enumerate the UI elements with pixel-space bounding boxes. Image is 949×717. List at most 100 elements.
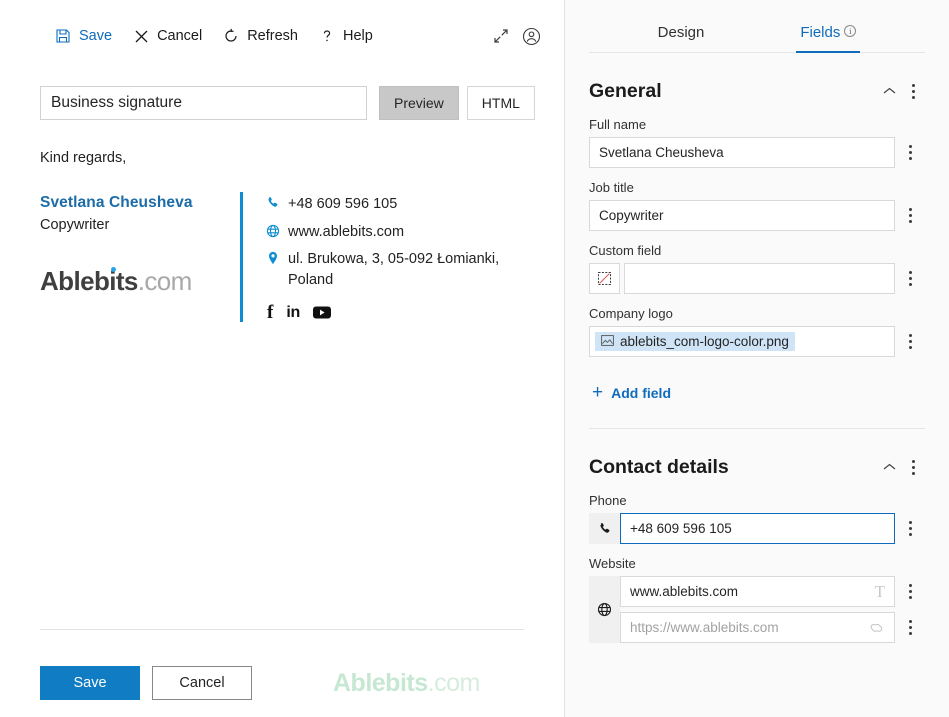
signature-phone-text: +48 609 596 105 xyxy=(288,196,398,212)
add-field-button[interactable]: + Add field xyxy=(589,369,925,402)
phone-icon xyxy=(266,194,288,210)
website-url-input[interactable] xyxy=(620,612,895,643)
expand-arrows-icon[interactable] xyxy=(486,21,516,51)
field-job-title-label: Job title xyxy=(589,180,634,195)
toolbar-cancel-button[interactable]: Cancel xyxy=(122,21,212,51)
field-full-name: Full name xyxy=(589,117,925,168)
field-phone-label: Phone xyxy=(589,493,627,508)
panel-tabs: Design Fields i xyxy=(589,0,925,53)
field-full-name-row xyxy=(589,137,925,168)
tab-design[interactable]: Design xyxy=(654,18,709,52)
kebab-icon xyxy=(908,584,912,599)
logo-blue-dot-icon xyxy=(111,267,116,272)
phone-kebab-menu[interactable] xyxy=(895,521,925,536)
logo-file-chip[interactable]: ablebits_com-logo-color.png xyxy=(595,332,795,351)
field-website-label: Website xyxy=(589,556,636,571)
no-image-icon[interactable] xyxy=(589,263,620,294)
signature-person-name: Svetlana Cheusheva xyxy=(40,194,193,211)
signature-greeting: Kind regards, xyxy=(40,150,127,166)
kebab-icon xyxy=(908,334,912,349)
general-section-kebab-menu[interactable] xyxy=(901,79,925,103)
kebab-icon xyxy=(908,271,912,286)
phone-input[interactable] xyxy=(620,513,895,544)
kebab-icon xyxy=(908,521,912,536)
field-job-title-row xyxy=(589,200,925,231)
field-full-name-label: Full name xyxy=(589,117,647,132)
website-rows: T xyxy=(589,576,925,643)
view-mode-toggle: Preview HTML xyxy=(379,86,535,120)
field-job-title: Job title xyxy=(589,180,925,231)
signature-phone-line: +48 609 596 105 xyxy=(266,194,504,215)
image-icon xyxy=(601,334,614,349)
signature-vertical-divider xyxy=(240,192,243,323)
signature-identity-block: Svetlana Cheusheva Copywriter Ablebits .… xyxy=(40,192,240,297)
globe-icon xyxy=(266,222,288,238)
fields-panel: Design Fields i General Full name Svetla… xyxy=(565,0,949,717)
signature-website-text: www.ablebits.com xyxy=(288,223,405,240)
save-disk-icon xyxy=(54,27,72,45)
editor-pane: Save Cancel Refresh Help Business signat… xyxy=(0,0,565,717)
company-logo-kebab-menu[interactable] xyxy=(895,334,925,349)
toolbar-help-button[interactable]: Help xyxy=(308,21,383,51)
field-custom-row xyxy=(589,263,925,294)
linkedin-icon[interactable]: in xyxy=(286,304,300,321)
account-circle-icon[interactable] xyxy=(516,21,546,51)
info-icon[interactable]: i xyxy=(844,25,857,37)
contact-section-kebab-menu[interactable] xyxy=(901,455,925,479)
field-company-logo-row: ablebits_com-logo-color.png xyxy=(589,326,925,357)
youtube-icon[interactable] xyxy=(312,306,331,319)
field-website-row: T xyxy=(589,576,925,643)
logo-wordmark-text: Ablebits xyxy=(40,266,138,296)
tab-fields[interactable]: Fields i xyxy=(796,18,861,53)
kebab-icon xyxy=(908,145,912,160)
signature-job-title: Copywriter xyxy=(40,217,110,233)
custom-field-input[interactable] xyxy=(624,263,895,294)
field-phone-row xyxy=(589,513,925,544)
phone-icon xyxy=(589,513,620,544)
facebook-icon[interactable]: f xyxy=(267,303,273,322)
signature-address-line: ul. Brukowa, 3, 05-092 Łomianki, Poland xyxy=(266,249,504,290)
contact-section-header: Contact details xyxy=(589,429,925,493)
signature-name-input[interactable] xyxy=(40,86,367,120)
refresh-icon xyxy=(222,27,240,45)
signature-company-logo: Ablebits .com xyxy=(40,266,240,297)
watermark-wordmark: Ablebits xyxy=(333,668,428,697)
field-custom-label: Custom field xyxy=(589,243,662,258)
footer-save-button[interactable]: Save xyxy=(40,666,140,700)
general-collapse-chevron-up-icon[interactable] xyxy=(877,79,901,103)
field-custom: Custom field xyxy=(589,243,925,294)
general-section-title: General xyxy=(589,79,662,102)
footer-cancel-button[interactable]: Cancel xyxy=(152,666,252,700)
kebab-icon xyxy=(908,208,912,223)
signature-preview: Kind regards, Svetlana Cheusheva Copywri… xyxy=(0,120,564,629)
full-name-kebab-menu[interactable] xyxy=(895,145,925,160)
toolbar-cancel-label: Cancel xyxy=(157,28,203,44)
globe-icon xyxy=(589,576,620,643)
signature-address-text: ul. Brukowa, 3, 05-092 Łomianki, Poland xyxy=(288,251,500,288)
field-company-logo-label: Company logo xyxy=(589,306,673,321)
signature-editor-window: Save Cancel Refresh Help Business signat… xyxy=(0,0,949,717)
map-pin-icon xyxy=(266,249,288,265)
tab-fields-label: Fields xyxy=(800,24,841,41)
add-field-label: Add field xyxy=(611,384,671,401)
job-title-input[interactable] xyxy=(589,200,895,231)
preview-tab-button[interactable]: Preview xyxy=(379,86,459,120)
website-url-kebab-menu[interactable] xyxy=(895,620,925,635)
field-phone: Phone xyxy=(589,493,925,544)
custom-field-kebab-menu[interactable] xyxy=(895,271,925,286)
toolbar-refresh-button[interactable]: Refresh xyxy=(212,21,308,51)
close-x-icon xyxy=(132,27,150,45)
company-logo-input[interactable]: ablebits_com-logo-color.png xyxy=(589,326,895,357)
signature-name-row: Preview HTML xyxy=(0,86,564,120)
website-text-kebab-menu[interactable] xyxy=(895,584,925,599)
website-text-input[interactable] xyxy=(620,576,895,607)
toolbar-save-button[interactable]: Save xyxy=(44,21,122,51)
job-title-kebab-menu[interactable] xyxy=(895,208,925,223)
watermark-tld: .com xyxy=(427,668,481,697)
full-name-input[interactable] xyxy=(589,137,895,168)
panel-content: General Full name Job title xyxy=(565,53,949,655)
html-tab-button[interactable]: HTML xyxy=(466,86,535,120)
field-company-logo: Company logo ablebits_com-logo-color.png xyxy=(589,306,925,357)
contact-collapse-chevron-up-icon[interactable] xyxy=(877,455,901,479)
tab-design-label: Design xyxy=(657,24,705,41)
